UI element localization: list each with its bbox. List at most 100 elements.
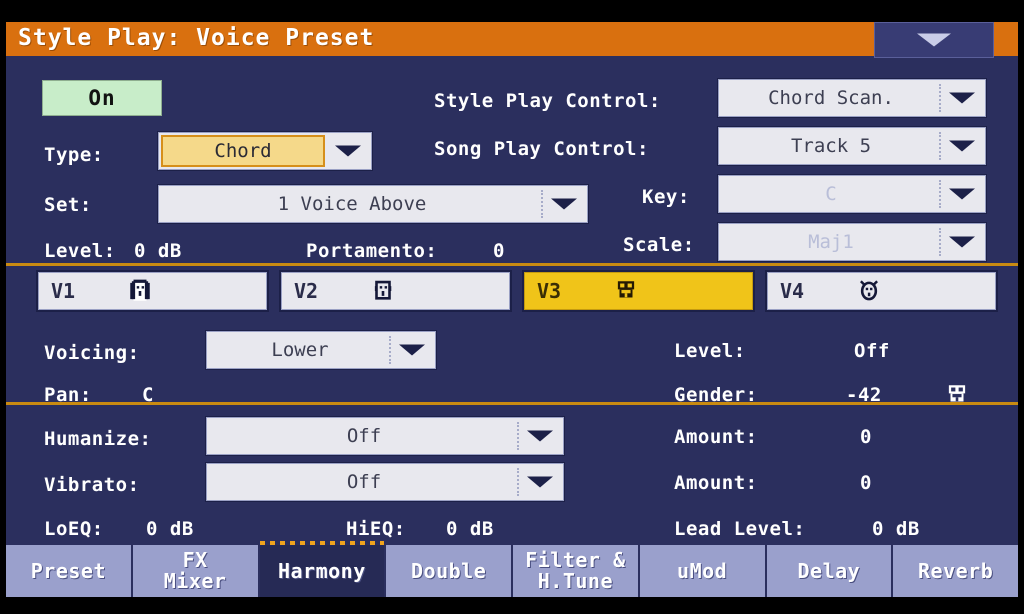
section-divider-1: [6, 263, 1018, 266]
voice-tab-v4[interactable]: V4: [767, 272, 996, 310]
tab-label-line1: Harmony: [277, 558, 366, 583]
style-play-control-value: Chord Scan.: [768, 87, 894, 109]
song-play-control-label: Song Play Control:: [434, 138, 649, 160]
chevron-down-icon: [917, 33, 951, 47]
tab-label-line1: Double: [411, 558, 487, 583]
key-label: Key:: [642, 186, 690, 208]
tab-label-line2: H.Tune: [537, 569, 613, 593]
tab-label-line2: Mixer: [163, 569, 227, 593]
tab-label-line1: Filter &: [525, 548, 626, 572]
vibrato-label: Vibrato:: [44, 474, 140, 496]
combo-divider: [517, 468, 519, 496]
tab-filter-htune[interactable]: Filter & H.Tune: [513, 545, 640, 597]
style-play-control-combo[interactable]: Chord Scan.: [718, 79, 986, 117]
page-menu-button[interactable]: [874, 22, 994, 58]
set-combo[interactable]: 1 Voice Above: [158, 185, 588, 223]
chevron-down-icon: [335, 145, 361, 157]
type-value: Chord: [161, 135, 325, 167]
chevron-down-icon: [949, 140, 975, 152]
scale-label: Scale:: [623, 234, 695, 256]
voice-tab-v3[interactable]: V3: [524, 272, 753, 310]
portamento-value[interactable]: 0: [493, 240, 505, 262]
humanize-amount-value[interactable]: 0: [860, 426, 872, 448]
key-combo[interactable]: C: [718, 175, 986, 213]
voicing-label: Voicing:: [44, 342, 140, 364]
combo-divider: [939, 132, 941, 160]
hieq-label: HiEQ:: [346, 518, 406, 540]
scale-value: Maj1: [808, 231, 854, 253]
tab-label-line1: FX: [182, 548, 208, 572]
voicing-value: Lower: [271, 339, 329, 361]
set-value: 1 Voice Above: [277, 193, 427, 215]
humanize-label: Humanize:: [44, 428, 152, 450]
level-label: Level:: [44, 240, 116, 262]
type-combo[interactable]: Chord: [158, 132, 372, 170]
tab-delay[interactable]: Delay: [766, 545, 894, 597]
voice-tab-label: V1: [51, 279, 76, 303]
chevron-down-icon: [399, 344, 425, 356]
app-panel: Style Play: Voice Preset On Type: Chord …: [6, 22, 1018, 597]
type-label: Type:: [44, 144, 104, 166]
chevron-down-icon: [949, 188, 975, 200]
humanize-amount-label: Amount:: [674, 426, 758, 448]
harmony-on-button[interactable]: On: [42, 80, 162, 116]
voice-tab-label: V4: [780, 279, 805, 303]
combo-divider: [939, 228, 941, 256]
chevron-down-icon: [949, 92, 975, 104]
loeq-value[interactable]: 0 dB: [146, 518, 194, 540]
tab-label-line1: Delay: [797, 558, 861, 583]
page-title: Style Play: Voice Preset: [18, 25, 375, 51]
combo-divider: [389, 336, 391, 364]
tab-fx-mixer[interactable]: FX Mixer: [132, 545, 260, 597]
combo-divider: [939, 84, 941, 112]
tab-label-line1: uMod: [677, 558, 728, 583]
song-play-control-value: Track 5: [790, 135, 872, 157]
loeq-label: LoEQ:: [44, 518, 104, 540]
face-plain-icon: [370, 278, 396, 304]
chevron-down-icon: [949, 236, 975, 248]
face-beard-icon: [613, 278, 639, 304]
portamento-label: Portamento:: [306, 240, 438, 262]
humanize-value: Off: [346, 425, 382, 447]
bottom-tab-bar: Preset FX Mixer Harmony Double Filter & H.…: [6, 541, 1018, 597]
lead-level-value[interactable]: 0 dB: [872, 518, 920, 540]
tab-umod[interactable]: uMod: [639, 545, 767, 597]
vibrato-value: Off: [346, 471, 382, 493]
lead-level-label: Lead Level:: [674, 518, 806, 540]
song-play-control-combo[interactable]: Track 5: [718, 127, 986, 165]
voice-tab-label: V2: [294, 279, 319, 303]
key-value: C: [825, 183, 837, 205]
scale-combo[interactable]: Maj1: [718, 223, 986, 261]
tab-preset[interactable]: Preset: [6, 545, 133, 597]
style-play-control-label: Style Play Control:: [434, 90, 661, 112]
voice-tab-v2[interactable]: V2: [281, 272, 510, 310]
combo-divider: [939, 180, 941, 208]
section-divider-2: [6, 402, 1018, 405]
face-hair-icon: [127, 278, 153, 304]
on-button-label: On: [88, 86, 116, 110]
voice-level-value[interactable]: Off: [854, 340, 890, 362]
chevron-down-icon: [527, 430, 553, 442]
humanize-combo[interactable]: Off: [206, 417, 564, 455]
voicing-combo[interactable]: Lower: [206, 331, 436, 369]
tab-harmony[interactable]: Harmony: [259, 541, 387, 597]
level-value[interactable]: 0 dB: [134, 240, 182, 262]
vibrato-amount-label: Amount:: [674, 472, 758, 494]
combo-divider: [541, 190, 543, 218]
voice-tab-v1[interactable]: V1: [38, 272, 267, 310]
tab-label-line1: Preset: [30, 558, 106, 583]
vibrato-combo[interactable]: Off: [206, 463, 564, 501]
chevron-down-icon: [551, 198, 577, 210]
hieq-value[interactable]: 0 dB: [446, 518, 494, 540]
device-screen: Style Play: Voice Preset On Type: Chord …: [0, 0, 1024, 614]
tab-double[interactable]: Double: [386, 545, 513, 597]
tab-label-line1: Reverb: [918, 558, 994, 583]
face-horns-icon: [856, 278, 882, 304]
set-label: Set:: [44, 194, 92, 216]
vibrato-amount-value[interactable]: 0: [860, 472, 872, 494]
tab-reverb[interactable]: Reverb: [893, 545, 1018, 597]
title-bar: Style Play: Voice Preset: [6, 22, 1018, 58]
voice-level-label: Level:: [674, 340, 746, 362]
voice-tab-label: V3: [537, 279, 562, 303]
chevron-down-icon: [527, 476, 553, 488]
